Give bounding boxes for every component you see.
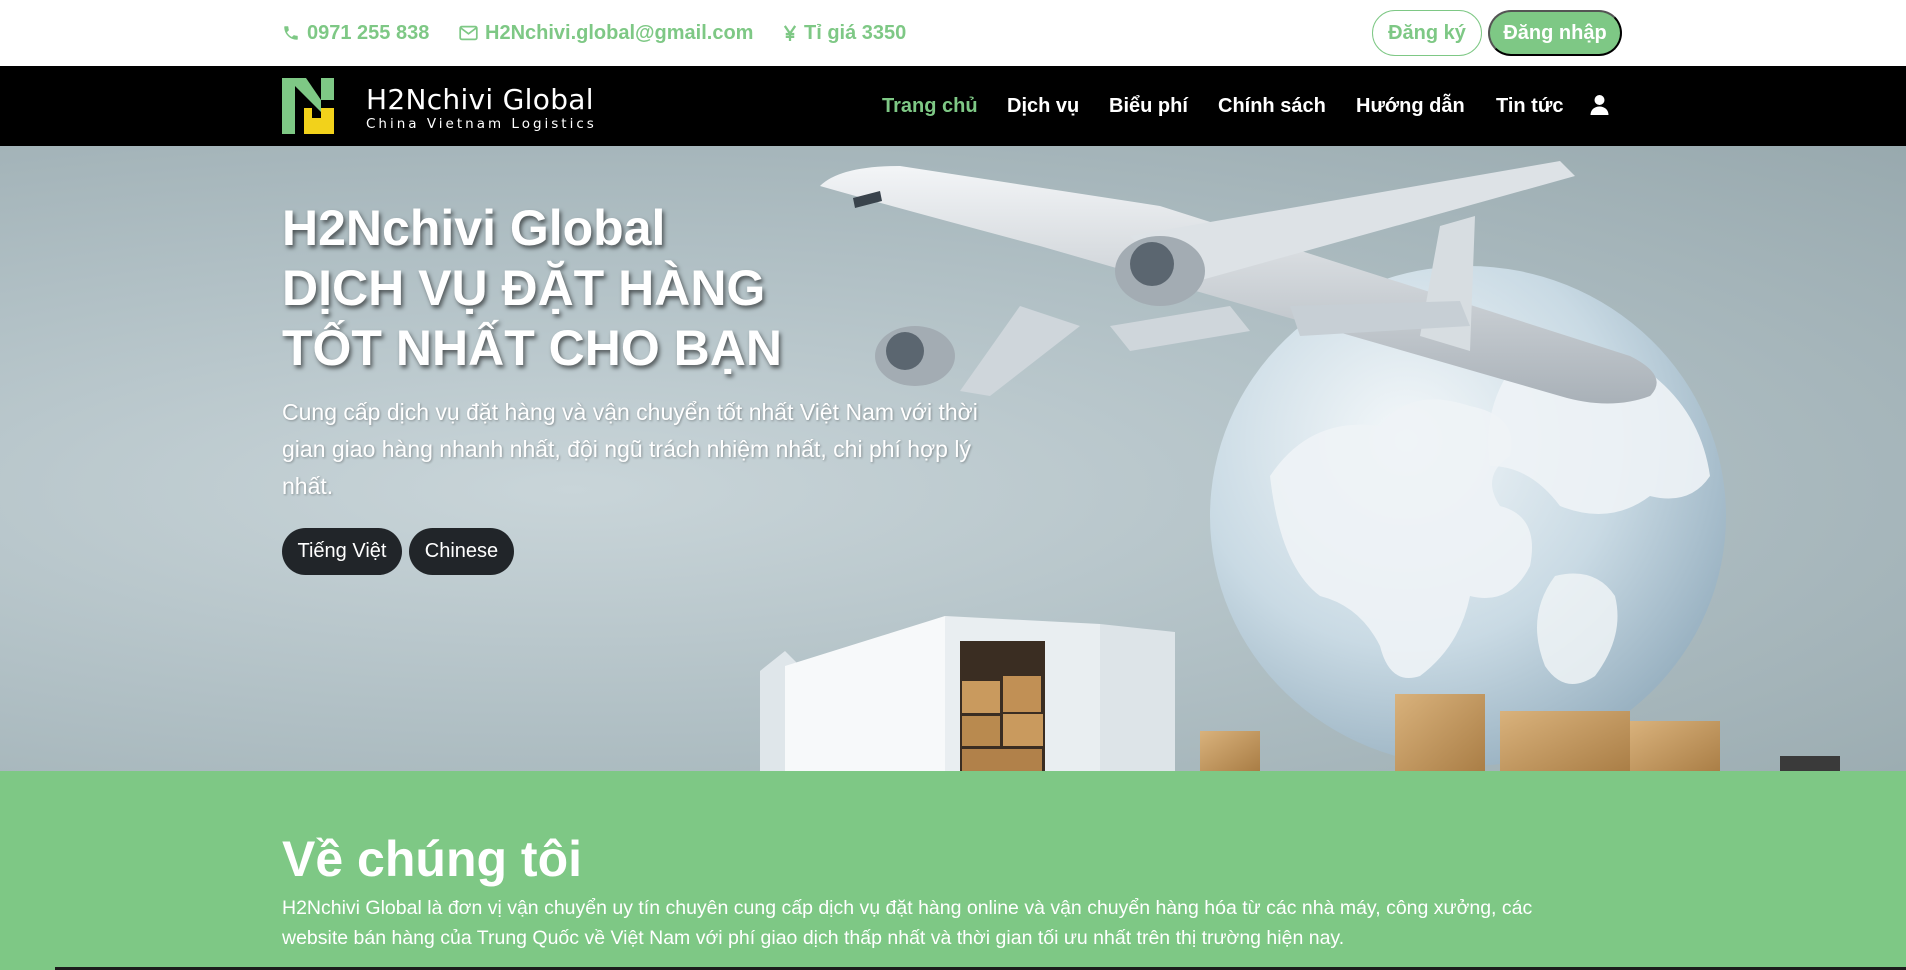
nav-policy[interactable]: Chính sách: [1218, 66, 1326, 146]
email-contact[interactable]: H2Nchivi.global@gmail.com: [459, 0, 753, 66]
user-icon[interactable]: [1590, 94, 1609, 116]
about-title: Về chúng tôi: [282, 831, 582, 887]
phone-icon: [284, 26, 298, 40]
email-address: H2Nchivi.global@gmail.com: [485, 21, 754, 44]
phone-number: 0971 255 838: [307, 21, 430, 44]
main-navbar: H2Nchivi Global China Vietnam Logistics …: [0, 66, 1906, 146]
exchange-rate: Tỉ giá 3350: [783, 0, 906, 66]
hero-banner: H2Nchivi Global DỊCH VỤ ĐẶT HÀNG TỐT NHẤ…: [0, 146, 1906, 771]
brand-tagline: China Vietnam Logistics: [366, 116, 597, 132]
brand-name: H2Nchivi Global: [366, 83, 594, 116]
hero-heading-line-1: H2Nchivi Global: [282, 200, 666, 256]
nav-pricing[interactable]: Biểu phí: [1109, 66, 1188, 146]
hero-description: Cung cấp dịch vụ đặt hàng và vận chuyển …: [282, 399, 978, 499]
logo-icon[interactable]: [282, 78, 334, 134]
nav-home[interactable]: Trang chủ: [882, 66, 978, 146]
login-button[interactable]: Đăng nhập: [1488, 10, 1622, 56]
nav-services[interactable]: Dịch vụ: [1007, 66, 1079, 146]
about-text: H2Nchivi Global là đơn vị vận chuyển uy …: [282, 897, 1533, 949]
top-contact-bar: 0971 255 838 H2Nchivi.global@gmail.com T…: [0, 0, 1906, 66]
hero-heading-line-3: TỐT NHẤT CHO BẠN: [282, 320, 782, 376]
hero-heading: H2Nchivi Global DỊCH VỤ ĐẶT HÀNG TỐT NHẤ…: [282, 198, 782, 378]
about-section: Về chúng tôi H2Nchivi Global là đơn vị v…: [0, 771, 1906, 970]
phone-contact[interactable]: 0971 255 838: [282, 0, 429, 66]
language-vietnamese-button[interactable]: Tiếng Việt: [282, 528, 402, 575]
brand-logo-text[interactable]: H2Nchivi Global China Vietnam Logistics: [366, 83, 597, 133]
language-chinese-button[interactable]: Chinese: [409, 528, 514, 575]
hero-heading-line-2: DỊCH VỤ ĐẶT HÀNG: [282, 260, 766, 316]
yen-icon: [783, 24, 797, 41]
nav-news[interactable]: Tin tức: [1496, 66, 1563, 146]
exchange-rate-text: Tỉ giá 3350: [804, 21, 907, 44]
nav-guide[interactable]: Hướng dẫn: [1356, 66, 1465, 146]
envelope-icon: [459, 25, 478, 41]
register-button[interactable]: Đăng ký: [1372, 10, 1482, 56]
